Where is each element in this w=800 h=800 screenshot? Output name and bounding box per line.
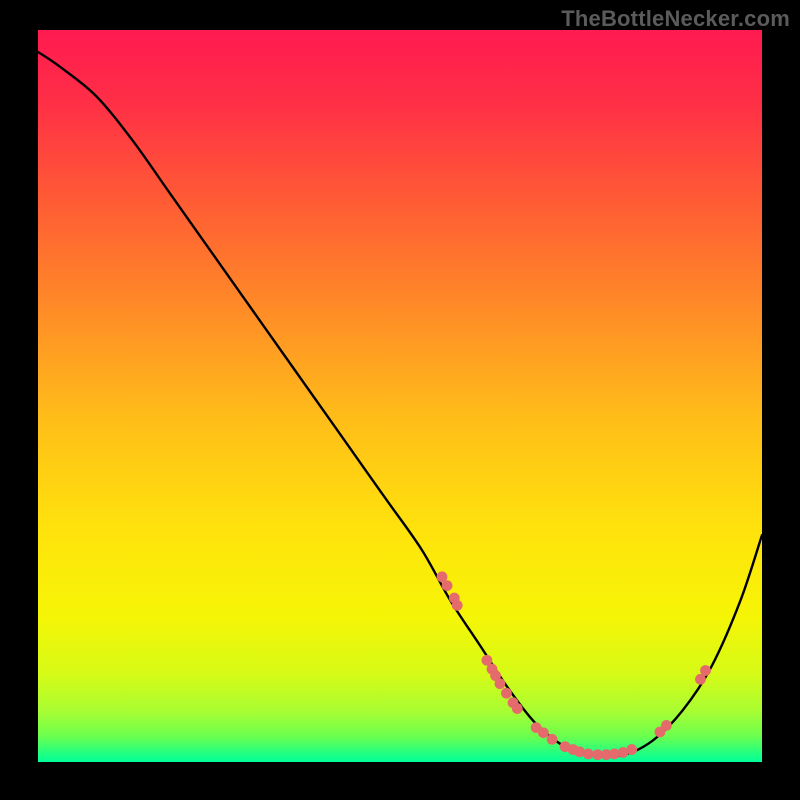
bottleneck-plot: [38, 30, 762, 762]
curve-marker: [547, 734, 558, 745]
curve-marker: [452, 600, 463, 611]
curve-marker: [442, 580, 453, 591]
gradient-background: [38, 30, 762, 762]
curve-marker: [626, 744, 637, 755]
curve-marker: [583, 749, 594, 760]
watermark-text: TheBottleNecker.com: [561, 6, 790, 32]
curve-marker: [495, 678, 506, 689]
curve-marker: [501, 688, 512, 699]
curve-marker: [700, 665, 711, 676]
curve-marker: [661, 720, 672, 731]
curve-marker: [512, 703, 523, 714]
plot-svg: [38, 30, 762, 762]
curve-marker: [538, 727, 549, 738]
